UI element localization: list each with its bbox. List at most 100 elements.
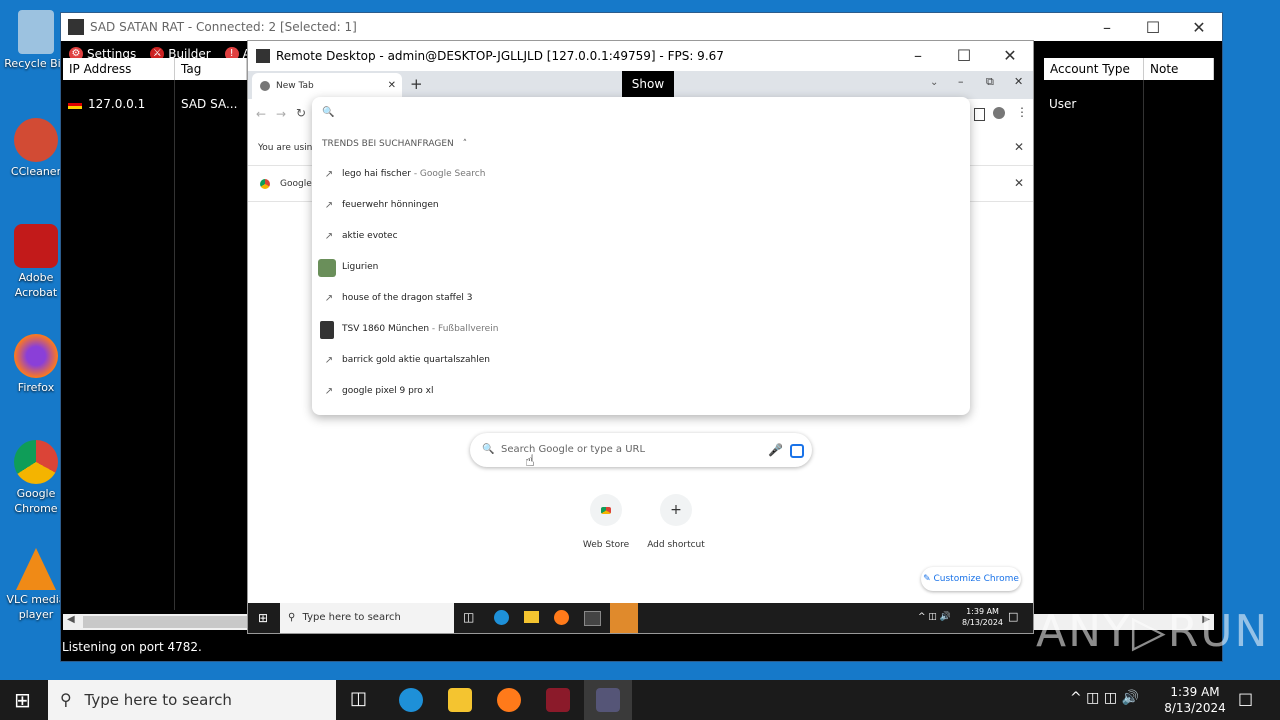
winrar-icon[interactable] xyxy=(546,688,570,712)
chrome-taskbar-button[interactable] xyxy=(610,603,638,633)
suggestion-item[interactable]: TSV 1860 München - Fußballverein xyxy=(312,314,970,345)
remote-search-box[interactable]: ⚲ Type here to search xyxy=(280,603,454,633)
desktop-icon-vlc[interactable]: VLC media player xyxy=(4,548,68,622)
suggestion-item[interactable]: Ligurien xyxy=(312,252,970,283)
desktop-icon-label: Firefox xyxy=(17,381,55,394)
acrobat-icon xyxy=(14,224,58,268)
taskbar-time: 1:39 AM xyxy=(1170,685,1220,699)
system-tray-icons[interactable]: ^ ◫ 🔊 xyxy=(918,612,951,622)
maximize-button[interactable]: ☐ xyxy=(1130,18,1176,37)
chrome-restore-button[interactable]: ⧉ xyxy=(986,75,994,89)
terminal-icon[interactable] xyxy=(584,611,601,626)
rat-window-title: SAD SATAN RAT - Connected: 2 [Selected: … xyxy=(90,20,357,34)
desktop-icon-google-chrome[interactable]: Google Chrome xyxy=(4,440,68,516)
taskbar-search-box[interactable]: ⚲ Type here to search xyxy=(48,680,336,720)
tab-search-icon[interactable]: ⌄ xyxy=(930,77,938,88)
suggestion-item[interactable]: ↗ barrick gold aktie quartalszahlen xyxy=(312,345,970,376)
firefox-icon xyxy=(14,334,58,378)
suggestion-text: house of the dragon staffel 3 xyxy=(342,293,473,303)
rd-maximize-button[interactable]: ☐ xyxy=(941,46,987,65)
trending-icon: ↗ xyxy=(324,293,334,304)
back-icon[interactable]: ← xyxy=(256,107,266,121)
trending-icon: ↗ xyxy=(324,200,334,211)
column-tag-label: Tag xyxy=(181,62,202,76)
remote-screen[interactable]: New Tab ✕ + Show ⌄ – ⧉ ✕ ← → ↻ ⋮ You are… xyxy=(248,71,1033,633)
column-account-type[interactable]: Account Type xyxy=(1044,58,1144,80)
desktop-icon-ccleaner[interactable]: CCleaner xyxy=(4,118,68,179)
desktop-icon-label: Adobe Acrobat xyxy=(14,271,58,299)
mouse-cursor-icon: ☝ xyxy=(525,451,535,470)
shortcut-label: Add shortcut xyxy=(647,540,705,550)
desktop-icon-adobe-acrobat[interactable]: Adobe Acrobat xyxy=(4,224,68,300)
show-button[interactable]: Show xyxy=(622,71,674,97)
trending-icon: ↗ xyxy=(324,169,334,180)
shortcut-web-store[interactable]: Web Store xyxy=(566,494,646,550)
side-panel-icon[interactable] xyxy=(974,108,985,121)
remote-taskbar: ⊞ ⚲ Type here to search ◫ ^ ◫ 🔊 1:39 AM … xyxy=(248,603,1033,633)
taskbar-clock[interactable]: 1:39 AM 8/13/2024 xyxy=(1162,684,1228,716)
shortcut-label: Web Store xyxy=(582,540,630,550)
chrome-tab-title: New Tab xyxy=(276,81,314,91)
reload-icon[interactable]: ↻ xyxy=(296,106,306,120)
scrollbar-thumb[interactable] xyxy=(83,616,248,628)
suggestion-text: feuerwehr hönningen xyxy=(342,200,439,210)
rd-minimize-button[interactable]: – xyxy=(895,46,941,65)
ntp-search-box[interactable]: 🔍 Search Google or type a URL 🎤 xyxy=(470,433,812,467)
file-explorer-icon[interactable] xyxy=(524,611,539,623)
tab-close-icon[interactable]: ✕ xyxy=(388,73,396,99)
suggestion-item[interactable]: ↗ lego hai fischer - Google Search xyxy=(312,159,970,190)
column-note[interactable]: Note xyxy=(1144,58,1214,80)
system-tray-icons[interactable]: ^ ◫ ◫ 🔊 xyxy=(1070,690,1139,706)
notification-icon[interactable]: □ xyxy=(1238,689,1253,708)
minimize-button[interactable]: – xyxy=(1084,18,1130,37)
suggestion-item[interactable]: ↗ google pixel 9 pro xl xyxy=(312,376,970,407)
rat-titlebar: SAD SATAN RAT - Connected: 2 [Selected: … xyxy=(61,13,1222,41)
dropdown-heading[interactable]: TRENDS BEI SUCHANFRAGEN ˄ xyxy=(322,139,467,149)
desktop-icon-firefox[interactable]: Firefox xyxy=(4,334,68,395)
flag-icon xyxy=(68,100,82,109)
lens-icon[interactable] xyxy=(790,444,804,458)
desktop-icon-recycle-bin[interactable]: Recycle Bin xyxy=(4,10,68,71)
infobar-close-icon[interactable]: ✕ xyxy=(1014,140,1024,154)
suggestion-item[interactable]: ↗ feuerwehr hönningen xyxy=(312,190,970,221)
firefox-icon[interactable] xyxy=(554,610,569,625)
windows-start-icon[interactable]: ⊞ xyxy=(258,611,268,625)
chrome-close-button[interactable]: ✕ xyxy=(1014,75,1023,88)
suggestion-item[interactable]: ↗ aktie evotec xyxy=(312,221,970,252)
customize-chrome-button[interactable]: ✎ Customize Chrome xyxy=(921,567,1021,591)
rd-close-button[interactable]: ✕ xyxy=(987,46,1033,65)
task-view-icon[interactable]: ◫ xyxy=(463,610,474,624)
column-tag[interactable]: Tag xyxy=(175,58,247,80)
file-explorer-icon[interactable] xyxy=(448,688,472,712)
rat-taskbar-button[interactable] xyxy=(584,680,632,720)
microphone-icon[interactable]: 🎤 xyxy=(768,433,783,467)
firefox-icon[interactable] xyxy=(497,688,521,712)
status-text: Listening on port 4782. xyxy=(62,640,202,654)
trending-icon: ↗ xyxy=(324,355,334,366)
remote-clock[interactable]: 1:39 AM 8/13/2024 xyxy=(962,606,1003,628)
chrome-icon xyxy=(260,179,270,189)
image-thumbnail-icon xyxy=(318,259,336,277)
remote-desktop-title: Remote Desktop - admin@DESKTOP-JGLLJLD [… xyxy=(276,48,724,63)
rat-app-icon xyxy=(596,688,620,712)
shortcut-add[interactable]: + Add shortcut xyxy=(636,494,716,550)
chrome-minimize-button[interactable]: – xyxy=(958,75,964,88)
new-tab-button[interactable]: + xyxy=(410,75,423,93)
task-view-icon[interactable]: ◫ xyxy=(350,688,367,709)
profile-icon[interactable] xyxy=(993,107,1005,119)
menu-icon[interactable]: ⋮ xyxy=(1016,105,1028,119)
edge-icon[interactable] xyxy=(399,688,423,712)
close-button[interactable]: ✕ xyxy=(1176,18,1222,37)
forward-icon[interactable]: → xyxy=(276,107,286,121)
notification-icon[interactable]: □ xyxy=(1008,610,1018,623)
edge-icon[interactable] xyxy=(494,610,509,625)
infobar-close-icon[interactable]: ✕ xyxy=(1014,176,1024,190)
windows-start-icon[interactable]: ⊞ xyxy=(14,688,31,712)
scroll-left-icon[interactable]: ◀ xyxy=(67,614,75,625)
taskbar-date: 8/13/2024 xyxy=(1164,701,1226,715)
chrome-tab[interactable]: New Tab ✕ xyxy=(252,73,402,99)
row-account-type: User xyxy=(1049,97,1077,111)
suggestion-item[interactable]: ↗ house of the dragon staffel 3 xyxy=(312,283,970,314)
chrome-tab-icon xyxy=(260,81,270,91)
column-ip-address[interactable]: IP Address xyxy=(63,58,175,80)
